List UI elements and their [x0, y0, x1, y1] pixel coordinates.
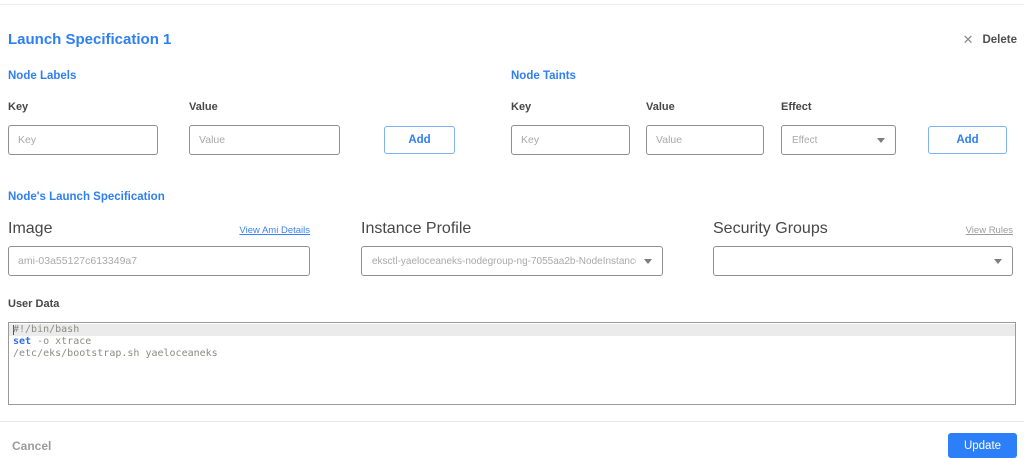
node-labels-section: Node Labels Key Value Add — [8, 70, 455, 155]
node-taints-title: Node Taints — [511, 70, 576, 82]
instance-profile-select[interactable]: eksctl-yaeloceaneks-nodegroup-ng-7055aa2… — [361, 246, 663, 276]
security-groups-select[interactable] — [713, 246, 1013, 276]
code-line-2: set -o xtrace — [13, 336, 92, 347]
code-line-3: /etc/eks/bootstrap.sh yaeloceaneks — [13, 348, 218, 359]
instance-profile-field: Instance Profile eksctl-yaeloceaneks-nod… — [361, 220, 663, 276]
panel-header: Launch Specification 1 ✕ Delete — [8, 31, 1017, 48]
chevron-down-icon — [994, 258, 1002, 264]
node-taints-key-input[interactable] — [511, 125, 630, 155]
node-labels-value-field: Value — [189, 101, 340, 155]
page-title: Launch Specification 1 — [8, 31, 172, 48]
launch-spec-section: Node's Launch Specification Image View A… — [8, 191, 1016, 276]
user-data-label: User Data — [8, 298, 60, 310]
image-field: Image View Ami Details — [8, 220, 310, 276]
view-rules-link[interactable]: View Rules — [966, 225, 1013, 236]
node-taints-value-field: Value — [646, 101, 764, 155]
top-divider — [0, 4, 1024, 5]
user-data-section: User Data #!/bin/bash set -o xtrace /etc… — [8, 298, 1016, 405]
close-icon: ✕ — [962, 32, 974, 47]
security-groups-field: Security Groups View Rules — [713, 220, 1013, 276]
image-input[interactable] — [8, 246, 310, 276]
node-taints-value-label: Value — [646, 101, 675, 113]
instance-profile-label: Instance Profile — [361, 220, 472, 237]
launch-spec-title: Node's Launch Specification — [8, 191, 165, 203]
node-labels-value-input[interactable] — [189, 125, 340, 155]
footer: Cancel Update — [0, 422, 1024, 458]
image-label: Image — [8, 220, 53, 237]
effect-placeholder-text: Effect — [792, 134, 818, 146]
node-taints-effect-select[interactable]: Effect — [781, 125, 896, 155]
update-button[interactable]: Update — [948, 433, 1017, 458]
node-taints-effect-label: Effect — [781, 101, 812, 113]
node-taints-key-label: Key — [511, 101, 532, 113]
code-line-1: #!/bin/bash — [9, 324, 1015, 336]
node-labels-key-field: Key — [8, 101, 158, 155]
node-taints-value-input[interactable] — [646, 125, 764, 155]
node-labels-value-label: Value — [189, 101, 218, 113]
node-taints-key-field: Key — [511, 101, 630, 155]
chevron-down-icon — [644, 258, 652, 264]
node-labels-key-input[interactable] — [8, 125, 158, 155]
delete-button-label: Delete — [982, 33, 1017, 46]
cancel-button[interactable]: Cancel — [12, 439, 51, 453]
node-taints-effect-field: Effect Effect — [781, 101, 896, 155]
instance-profile-value: eksctl-yaeloceaneks-nodegroup-ng-7055aa2… — [372, 255, 636, 267]
view-ami-details-link[interactable]: View Ami Details — [239, 225, 310, 236]
node-labels-add-button[interactable]: Add — [384, 126, 455, 154]
delete-button[interactable]: ✕ Delete — [963, 33, 1017, 46]
node-taints-add-button[interactable]: Add — [928, 126, 1007, 154]
security-groups-label: Security Groups — [713, 220, 828, 237]
node-labels-title: Node Labels — [8, 70, 77, 82]
node-labels-key-label: Key — [8, 101, 29, 113]
node-taints-section: Node Taints Key Value Effect Effect Add — [511, 70, 1007, 155]
user-data-editor[interactable]: #!/bin/bash set -o xtrace /etc/eks/boots… — [8, 322, 1016, 405]
chevron-down-icon — [877, 137, 885, 143]
